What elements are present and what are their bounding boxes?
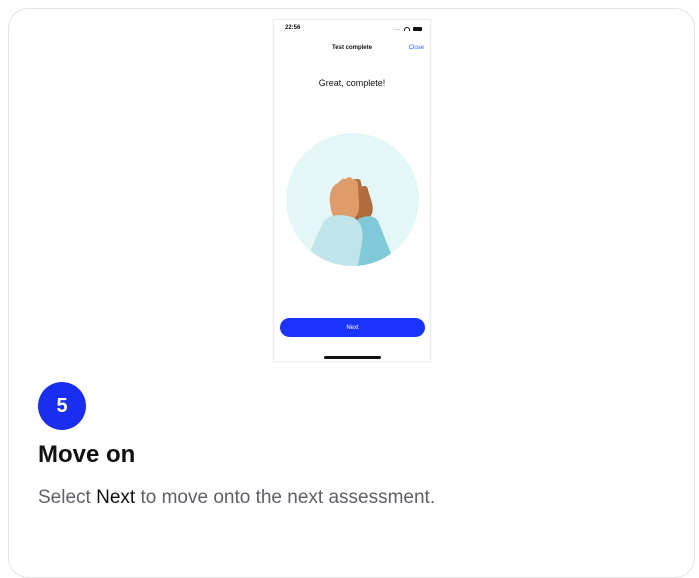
phone-screenshot: 22:56 .... Test complete Close Great, co… bbox=[273, 19, 431, 362]
nav-bar: Test complete Close bbox=[274, 45, 430, 57]
close-link[interactable]: Close bbox=[409, 45, 424, 51]
step-desc-suffix: to move onto the next assessment. bbox=[135, 487, 436, 508]
step-title: Move on bbox=[38, 441, 136, 468]
high-five-icon bbox=[286, 133, 419, 266]
step-number-badge: 5 bbox=[38, 382, 86, 430]
complete-headline: Great, complete! bbox=[318, 78, 386, 88]
home-indicator bbox=[324, 356, 381, 359]
wifi-icon bbox=[404, 27, 410, 31]
status-icons: .... bbox=[393, 26, 422, 32]
nav-title: Test complete bbox=[332, 45, 372, 51]
next-button[interactable]: Next bbox=[280, 318, 425, 337]
signal-icon: .... bbox=[393, 26, 401, 32]
status-time: 22:56 bbox=[285, 25, 301, 31]
step-description: Select Next to move onto the next assess… bbox=[38, 487, 435, 509]
status-bar: 22:56 .... bbox=[274, 25, 430, 35]
step-desc-highlight: Next bbox=[96, 487, 136, 508]
step-desc-prefix: Select bbox=[38, 487, 97, 508]
battery-icon bbox=[413, 27, 422, 31]
